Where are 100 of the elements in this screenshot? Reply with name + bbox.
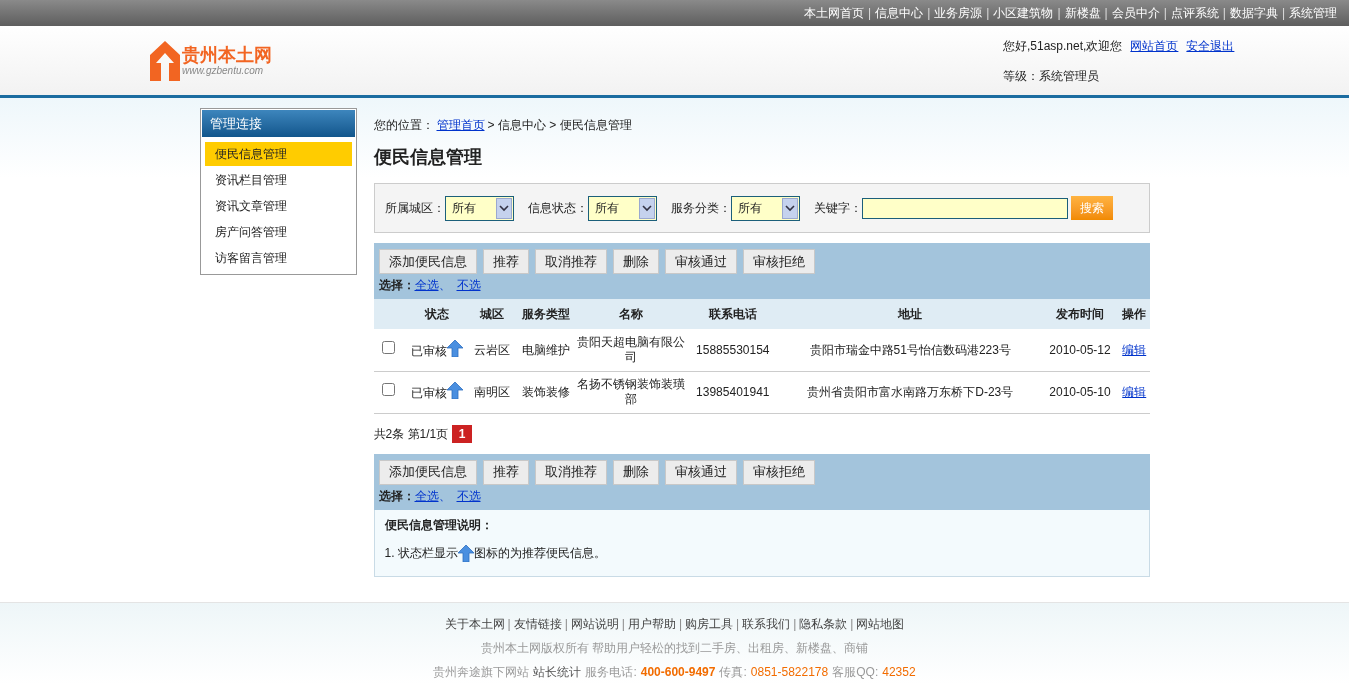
toolbar-button[interactable]: 推荐: [482, 249, 529, 274]
footer-link[interactable]: 网站地图: [856, 615, 905, 633]
sidebar-item[interactable]: 访客留言管理: [204, 246, 352, 270]
column-header: 状态: [403, 299, 470, 329]
filter-label: 信息状态：: [527, 200, 588, 217]
select-all-link[interactable]: 全选: [414, 276, 439, 294]
row-checkbox[interactable]: [382, 340, 395, 354]
header-link[interactable]: 网站首页: [1130, 37, 1179, 55]
toolbar-button[interactable]: 审核拒绝: [742, 249, 815, 274]
toolbar-button[interactable]: 添加便民信息: [378, 459, 477, 485]
house-logo-icon: [150, 41, 180, 81]
toolbar-button[interactable]: 取消推荐: [534, 459, 607, 485]
logo-url: www.gzbentu.com: [182, 66, 265, 76]
toolbar-button[interactable]: 取消推荐: [534, 249, 607, 274]
top-nav-link[interactable]: 本土网首页: [804, 4, 864, 22]
column-header: 操作: [1119, 299, 1150, 329]
separator-text: |: [849, 616, 855, 633]
footer-info-text: 客服QQ:: [832, 664, 879, 681]
row-checkbox[interactable]: [382, 383, 395, 396]
logo-name: 贵州本土网: [182, 46, 272, 64]
select-none-link[interactable]: 不选: [456, 486, 481, 505]
status-text: 已审核: [410, 386, 447, 400]
dropdown-caret-icon: [638, 197, 655, 219]
footer-link[interactable]: 购房工具: [685, 615, 734, 633]
edit-link[interactable]: 编辑: [1122, 342, 1147, 357]
footer-link[interactable]: 用户帮助: [627, 615, 676, 633]
footer-link[interactable]: 隐私条款: [799, 615, 848, 633]
separator-text: |: [1103, 5, 1109, 22]
user-level: 等级：系统管理员: [1003, 68, 1100, 85]
sidebar-item[interactable]: 房产问答管理: [204, 220, 352, 244]
toolbar-button[interactable]: 推荐: [482, 459, 529, 485]
table-cell: 贵阳天超电脑有限公司: [576, 329, 687, 371]
top-nav-link[interactable]: 会员中介: [1111, 4, 1160, 22]
table-cell: 2010-05-10: [1041, 371, 1119, 413]
separator-text: |: [677, 616, 684, 633]
dropdown-caret-icon: [781, 197, 798, 219]
footer-link[interactable]: 关于本土网: [444, 615, 505, 633]
header-link[interactable]: 安全退出: [1186, 37, 1235, 55]
keyword-label: 关键字：: [813, 200, 862, 217]
select-none-link[interactable]: 不选: [456, 276, 481, 294]
filter-label: 服务分类：: [670, 200, 731, 217]
select-all-link[interactable]: 全选: [414, 486, 439, 505]
top-nav-link[interactable]: 小区建筑物: [993, 4, 1054, 22]
sidebar-item[interactable]: 便民信息管理: [204, 142, 352, 166]
select-label: 选择：: [378, 277, 415, 294]
dropdown-caret-icon: [495, 197, 512, 219]
separator-text: |: [506, 616, 512, 633]
sidebar-item[interactable]: 资讯栏目管理: [204, 168, 352, 192]
page-link[interactable]: 1: [452, 424, 473, 443]
toolbar-button[interactable]: 审核通过: [664, 249, 737, 274]
toolbar-button[interactable]: 删除: [612, 459, 659, 485]
toolbar-button[interactable]: 删除: [612, 249, 659, 274]
separator-text: |: [867, 5, 873, 22]
footer-link[interactable]: 网站说明: [570, 615, 619, 633]
up-arrow-icon: [446, 339, 463, 357]
table-cell: 贵州省贵阳市富水南路万东桥下D-23号: [779, 371, 1042, 413]
filter-dropdown[interactable]: 所有: [730, 195, 800, 221]
copyright-text: 贵州本土网版权所有 帮助用户轻松的找到二手房、出租房、新楼盘、商铺: [480, 640, 869, 657]
table-cell: 装饰装修: [515, 371, 577, 413]
notes-title: 便民信息管理说明：: [384, 516, 494, 534]
column-header: 地址: [779, 299, 1042, 329]
top-nav-link[interactable]: 业务房源: [934, 4, 983, 22]
status-text: 已审核: [410, 343, 447, 358]
separator-text: |: [1221, 5, 1227, 22]
pagination-summary: 共2条 第1/1页: [373, 425, 449, 443]
table-cell: 名扬不锈钢装饰装璜部: [576, 371, 687, 413]
footer-link[interactable]: 友情链接: [513, 615, 562, 633]
keyword-input[interactable]: [861, 197, 1068, 219]
footer-info-text: 传真:: [719, 664, 747, 681]
separator-text: |: [1280, 5, 1286, 22]
filter-dropdown[interactable]: 所有: [587, 195, 657, 221]
toolbar-button[interactable]: 审核拒绝: [742, 459, 815, 485]
footer-link[interactable]: 联系我们: [742, 615, 791, 633]
top-nav-link[interactable]: 系统管理: [1289, 4, 1337, 22]
breadcrumb-prefix: 您的位置：: [373, 117, 434, 134]
top-nav-link[interactable]: 新楼盘: [1064, 4, 1101, 22]
table-cell: 2010-05-12: [1041, 329, 1119, 371]
filter-dropdown[interactable]: 所有: [444, 195, 514, 221]
top-nav-link[interactable]: 点评系统: [1170, 4, 1219, 22]
table-cell: 15885530154: [686, 329, 780, 371]
breadcrumb-text: > 信息中心 > 便民信息管理: [487, 117, 632, 134]
column-header: 联系电话: [686, 299, 780, 329]
sidebar-item[interactable]: 资讯文章管理: [204, 194, 352, 218]
separator-text: |: [735, 616, 741, 633]
toolbar-button[interactable]: 添加便民信息: [378, 249, 477, 274]
separator-text: |: [792, 616, 798, 633]
notes-text: 图标的为推荐便民信息。: [473, 544, 606, 562]
top-nav-link[interactable]: 数据字典: [1229, 4, 1278, 22]
footer-info-text[interactable]: 站长统计: [533, 663, 582, 681]
separator-text: |: [926, 5, 932, 22]
toolbar-button[interactable]: 审核通过: [664, 459, 737, 485]
separator-text: 、: [438, 487, 451, 505]
top-nav-link[interactable]: 信息中心: [875, 4, 924, 22]
table-cell: 贵阳市瑞金中路51号怡信数码港223号: [779, 329, 1042, 371]
greeting-text: 您好,51asp.net,欢迎您: [1003, 38, 1123, 55]
footer-info-text: 42352: [882, 664, 916, 681]
footer-info-text: 400-600-9497: [640, 664, 716, 681]
edit-link[interactable]: 编辑: [1122, 385, 1147, 399]
table-cell: 云岩区: [469, 329, 516, 371]
breadcrumb-link[interactable]: 管理首页: [436, 116, 485, 134]
